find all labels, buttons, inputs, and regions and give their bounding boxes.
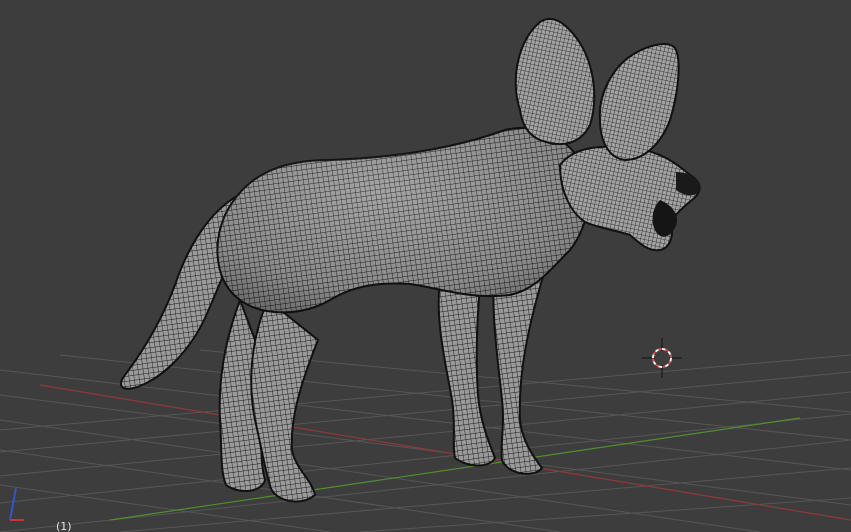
x-axis-line bbox=[39, 384, 851, 521]
fox-head[interactable] bbox=[558, 145, 701, 252]
fox-ear-right[interactable] bbox=[598, 43, 680, 162]
gizmo-z-axis bbox=[9, 487, 17, 521]
viewport-canvas[interactable] bbox=[0, 0, 851, 532]
3d-cursor-icon[interactable] bbox=[642, 338, 682, 378]
3d-viewport[interactable]: (1) bbox=[0, 0, 851, 532]
frame-counter: (1) bbox=[56, 520, 72, 532]
fox-front-leg-back[interactable] bbox=[437, 278, 497, 467]
fox-mesh[interactable] bbox=[120, 17, 701, 503]
axis-gizmo bbox=[9, 487, 24, 521]
fox-nose bbox=[676, 172, 701, 196]
fox-ear-left[interactable] bbox=[514, 17, 596, 146]
